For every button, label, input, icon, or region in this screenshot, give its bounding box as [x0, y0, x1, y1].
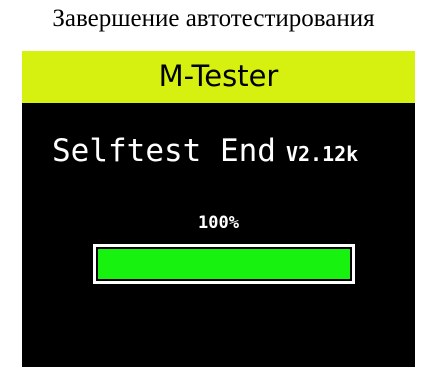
- firmware-version: V2.12k: [285, 142, 359, 166]
- progress-percent: 100%: [198, 213, 239, 233]
- progress-bar: [93, 244, 355, 284]
- header-bar: M-Tester: [22, 51, 415, 103]
- selftest-status: Selftest End: [52, 133, 276, 169]
- app-title: M-Tester: [158, 59, 279, 93]
- status-line: Selftest End V2.12k: [52, 131, 358, 176]
- device-screen: M-Tester Selftest End V2.12k 100%: [22, 51, 415, 367]
- progress-fill: [98, 249, 350, 279]
- progress-track: [98, 249, 350, 279]
- caption-title: Завершение автотестирования: [52, 5, 375, 32]
